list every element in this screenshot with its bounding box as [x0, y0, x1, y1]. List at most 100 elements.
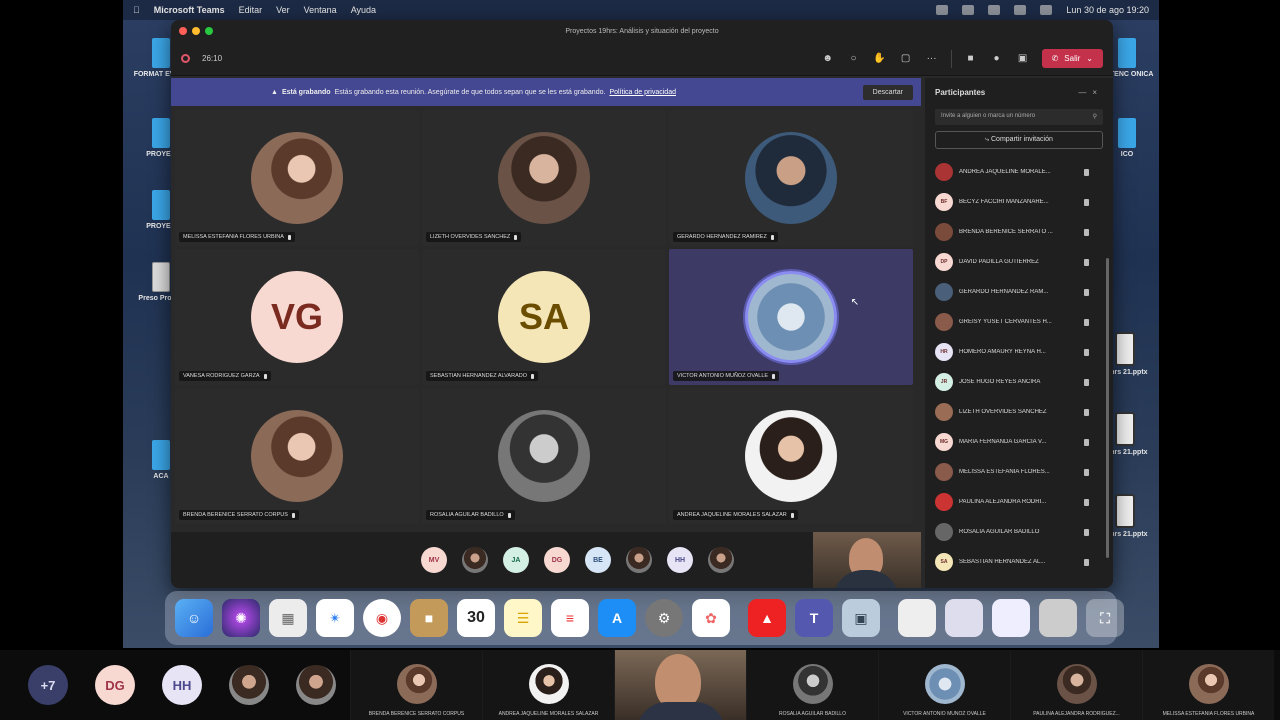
teams-icon[interactable]: T: [795, 599, 833, 637]
participants-icon[interactable]: ☻: [821, 52, 835, 66]
calendar-icon[interactable]: 30: [457, 599, 495, 637]
strip-avatar[interactable]: [229, 665, 269, 705]
dismiss-button[interactable]: Descartar: [862, 84, 913, 100]
share-screen-icon[interactable]: ▣: [1016, 52, 1030, 66]
camera-icon[interactable]: ■: [964, 52, 978, 66]
menubar-app-name[interactable]: Microsoft Teams: [154, 5, 225, 15]
close-icon[interactable]: ×: [1092, 88, 1103, 97]
strip-participant-tile[interactable]: PAULINA ALEJANDRA RODRIGUEZ...: [1010, 650, 1142, 720]
system-preferences-icon[interactable]: ⚙: [645, 599, 683, 637]
app-store-icon[interactable]: A: [598, 599, 636, 637]
strip-avatar[interactable]: DG: [95, 665, 135, 705]
strip-participant-tile[interactable]: ANDREA JAQUELINE MORALES SALAZAR: [482, 650, 614, 720]
menu-ventana[interactable]: Ventana: [304, 5, 337, 15]
mic-muted-icon: [287, 234, 291, 240]
participant-row[interactable]: ROSALIA AGUILAR BADILLO: [935, 517, 1103, 547]
participant-tile[interactable]: GERARDO HERNANDEZ RAMIREZ: [669, 110, 913, 246]
self-view[interactable]: [813, 532, 921, 588]
chrome-icon[interactable]: ◉: [363, 599, 401, 637]
participant-tile[interactable]: ANDREA JAQUELINE MORALES SALAZAR: [669, 388, 913, 524]
menu-ayuda[interactable]: Ayuda: [351, 5, 376, 15]
minimized-window-icon[interactable]: [992, 599, 1030, 637]
participant-row[interactable]: ANDREA JAQUELINE MORALE...: [935, 157, 1103, 187]
participant-avatar: SA: [498, 271, 590, 363]
rooms-icon[interactable]: ▢: [899, 52, 913, 66]
participant-tile[interactable]: ROSALIA AGUILAR BADILLO: [422, 388, 666, 524]
privacy-link[interactable]: Política de privacidad: [609, 89, 676, 96]
participant-row[interactable]: MELISSA ESTEFANIA FLORES...: [935, 457, 1103, 487]
search-icon[interactable]: [1040, 5, 1053, 15]
panel-scrollbar[interactable]: [1106, 258, 1109, 558]
share-invite-button[interactable]: ⤷ Compartir invitación: [935, 131, 1103, 149]
participant-tile[interactable]: VG VANESA RODRIGUEZ GARZA: [175, 249, 419, 385]
strip-participant-tile[interactable]: MELISSA ESTEFANIA FLORES URBINA: [1142, 650, 1274, 720]
participant-row[interactable]: BRENDA BERENICE SERRATO ...: [935, 217, 1103, 247]
more-participants-button[interactable]: +7: [28, 665, 68, 705]
participant-avatar: [397, 664, 437, 704]
participant-tile[interactable]: MELISSA ESTEFANIA FLORES URBINA: [175, 110, 419, 246]
participant-row[interactable]: BF BECYZ FACCIRI MANZANARE...: [935, 187, 1103, 217]
mic-icon[interactable]: ●: [990, 52, 1004, 66]
participant-avatar: DP: [935, 253, 953, 271]
participant-row[interactable]: DP DAVID PADILLA GUTIERREZ: [935, 247, 1103, 277]
photos-icon[interactable]: ✿: [692, 599, 730, 637]
participant-row[interactable]: HR HOMERO AMAURY REYNA H...: [935, 337, 1103, 367]
strip-avatar[interactable]: HH: [162, 665, 202, 705]
menu-ver[interactable]: Ver: [276, 5, 290, 15]
menubar-clock[interactable]: Lun 30 de ago 19:20: [1066, 5, 1149, 15]
more-options-icon[interactable]: ···: [925, 52, 939, 66]
strip-avatar[interactable]: [296, 665, 336, 705]
overflow-avatar[interactable]: [462, 547, 488, 573]
overflow-avatar[interactable]: HH: [667, 547, 693, 573]
launchpad-icon[interactable]: ▦: [269, 599, 307, 637]
overflow-avatar[interactable]: BE: [585, 547, 611, 573]
minimized-window-icon[interactable]: [898, 599, 936, 637]
participant-row[interactable]: MG MARIA FERNANDA GARCIA V...: [935, 427, 1103, 457]
participant-row[interactable]: JR JOSE HUGO REYES ANCIRA: [935, 367, 1103, 397]
battery-icon[interactable]: [988, 5, 1001, 15]
participant-row[interactable]: LIZETH OVERVIDES SANCHEZ: [935, 397, 1103, 427]
strip-participant-tile[interactable]: ROSALIA AGUILAR BADILLO: [746, 650, 878, 720]
overflow-avatar[interactable]: DG: [544, 547, 570, 573]
status-icon[interactable]: [936, 5, 949, 15]
trash-icon[interactable]: ⛶: [1086, 599, 1124, 637]
overflow-avatar[interactable]: MV: [421, 547, 447, 573]
contacts-icon[interactable]: ■: [410, 599, 448, 637]
participant-row[interactable]: GERARDO HERNANDEZ RAM...: [935, 277, 1103, 307]
preview-icon[interactable]: ▣: [842, 599, 880, 637]
minimized-window-icon[interactable]: [1039, 599, 1077, 637]
participant-tile[interactable]: VICTOR ANTONIO MUÑOZ OVALLE ↖: [669, 249, 913, 385]
popout-icon[interactable]: —: [1078, 88, 1092, 97]
strip-participant-tile[interactable]: VICTOR ANTONIO MUÑOZ OVALLE: [878, 650, 1010, 720]
leave-button[interactable]: ✆ Salir ⌄: [1041, 49, 1103, 68]
strip-participant-tile[interactable]: BRENDA BERENICE SERRATO CORPUS: [350, 650, 482, 720]
minimized-window-icon[interactable]: [945, 599, 983, 637]
siri-icon[interactable]: ✺: [222, 599, 260, 637]
participant-row[interactable]: GREISY YUSET CERVANTES H...: [935, 307, 1103, 337]
active-speaker-tile[interactable]: [614, 650, 746, 720]
overflow-avatar[interactable]: JA: [503, 547, 529, 573]
overflow-avatar[interactable]: [626, 547, 652, 573]
apple-icon[interactable]: : [133, 5, 140, 15]
participant-tile[interactable]: SA SEBASTIAN HERNANDEZ ALVARADO: [422, 249, 666, 385]
participant-avatar: [935, 163, 953, 181]
overflow-avatar[interactable]: [708, 547, 734, 573]
chat-icon[interactable]: ○: [847, 52, 861, 66]
status-icon[interactable]: [962, 5, 975, 15]
invite-input[interactable]: Invite a alguien o marca un número ⚲: [935, 109, 1103, 125]
notes-icon[interactable]: ☰: [504, 599, 542, 637]
participant-name: ANDREA JAQUELINE MORALES SALAZAR: [498, 711, 599, 717]
reactions-icon[interactable]: ✋: [873, 52, 887, 66]
safari-icon[interactable]: ✴: [316, 599, 354, 637]
participant-tile[interactable]: BRENDA BERENICE SERRATO CORPUS: [175, 388, 419, 524]
chevron-down-icon[interactable]: ⌄: [1086, 54, 1093, 63]
menu-editar[interactable]: Editar: [239, 5, 263, 15]
acrobat-icon[interactable]: ▲: [748, 599, 786, 637]
reminders-icon[interactable]: ≡: [551, 599, 589, 637]
participant-tile[interactable]: LIZETH OVERVIDES SANCHEZ: [422, 110, 666, 246]
finder-icon[interactable]: ☺: [175, 599, 213, 637]
window-title: Proyectos 19hrs: Análisis y situación de…: [565, 27, 719, 35]
participant-row[interactable]: PAULINA ALEJANDRA RODRI...: [935, 487, 1103, 517]
wifi-icon[interactable]: [1014, 5, 1027, 15]
participant-row[interactable]: SA SEBASTIAN HERNANDEZ AL...: [935, 547, 1103, 577]
